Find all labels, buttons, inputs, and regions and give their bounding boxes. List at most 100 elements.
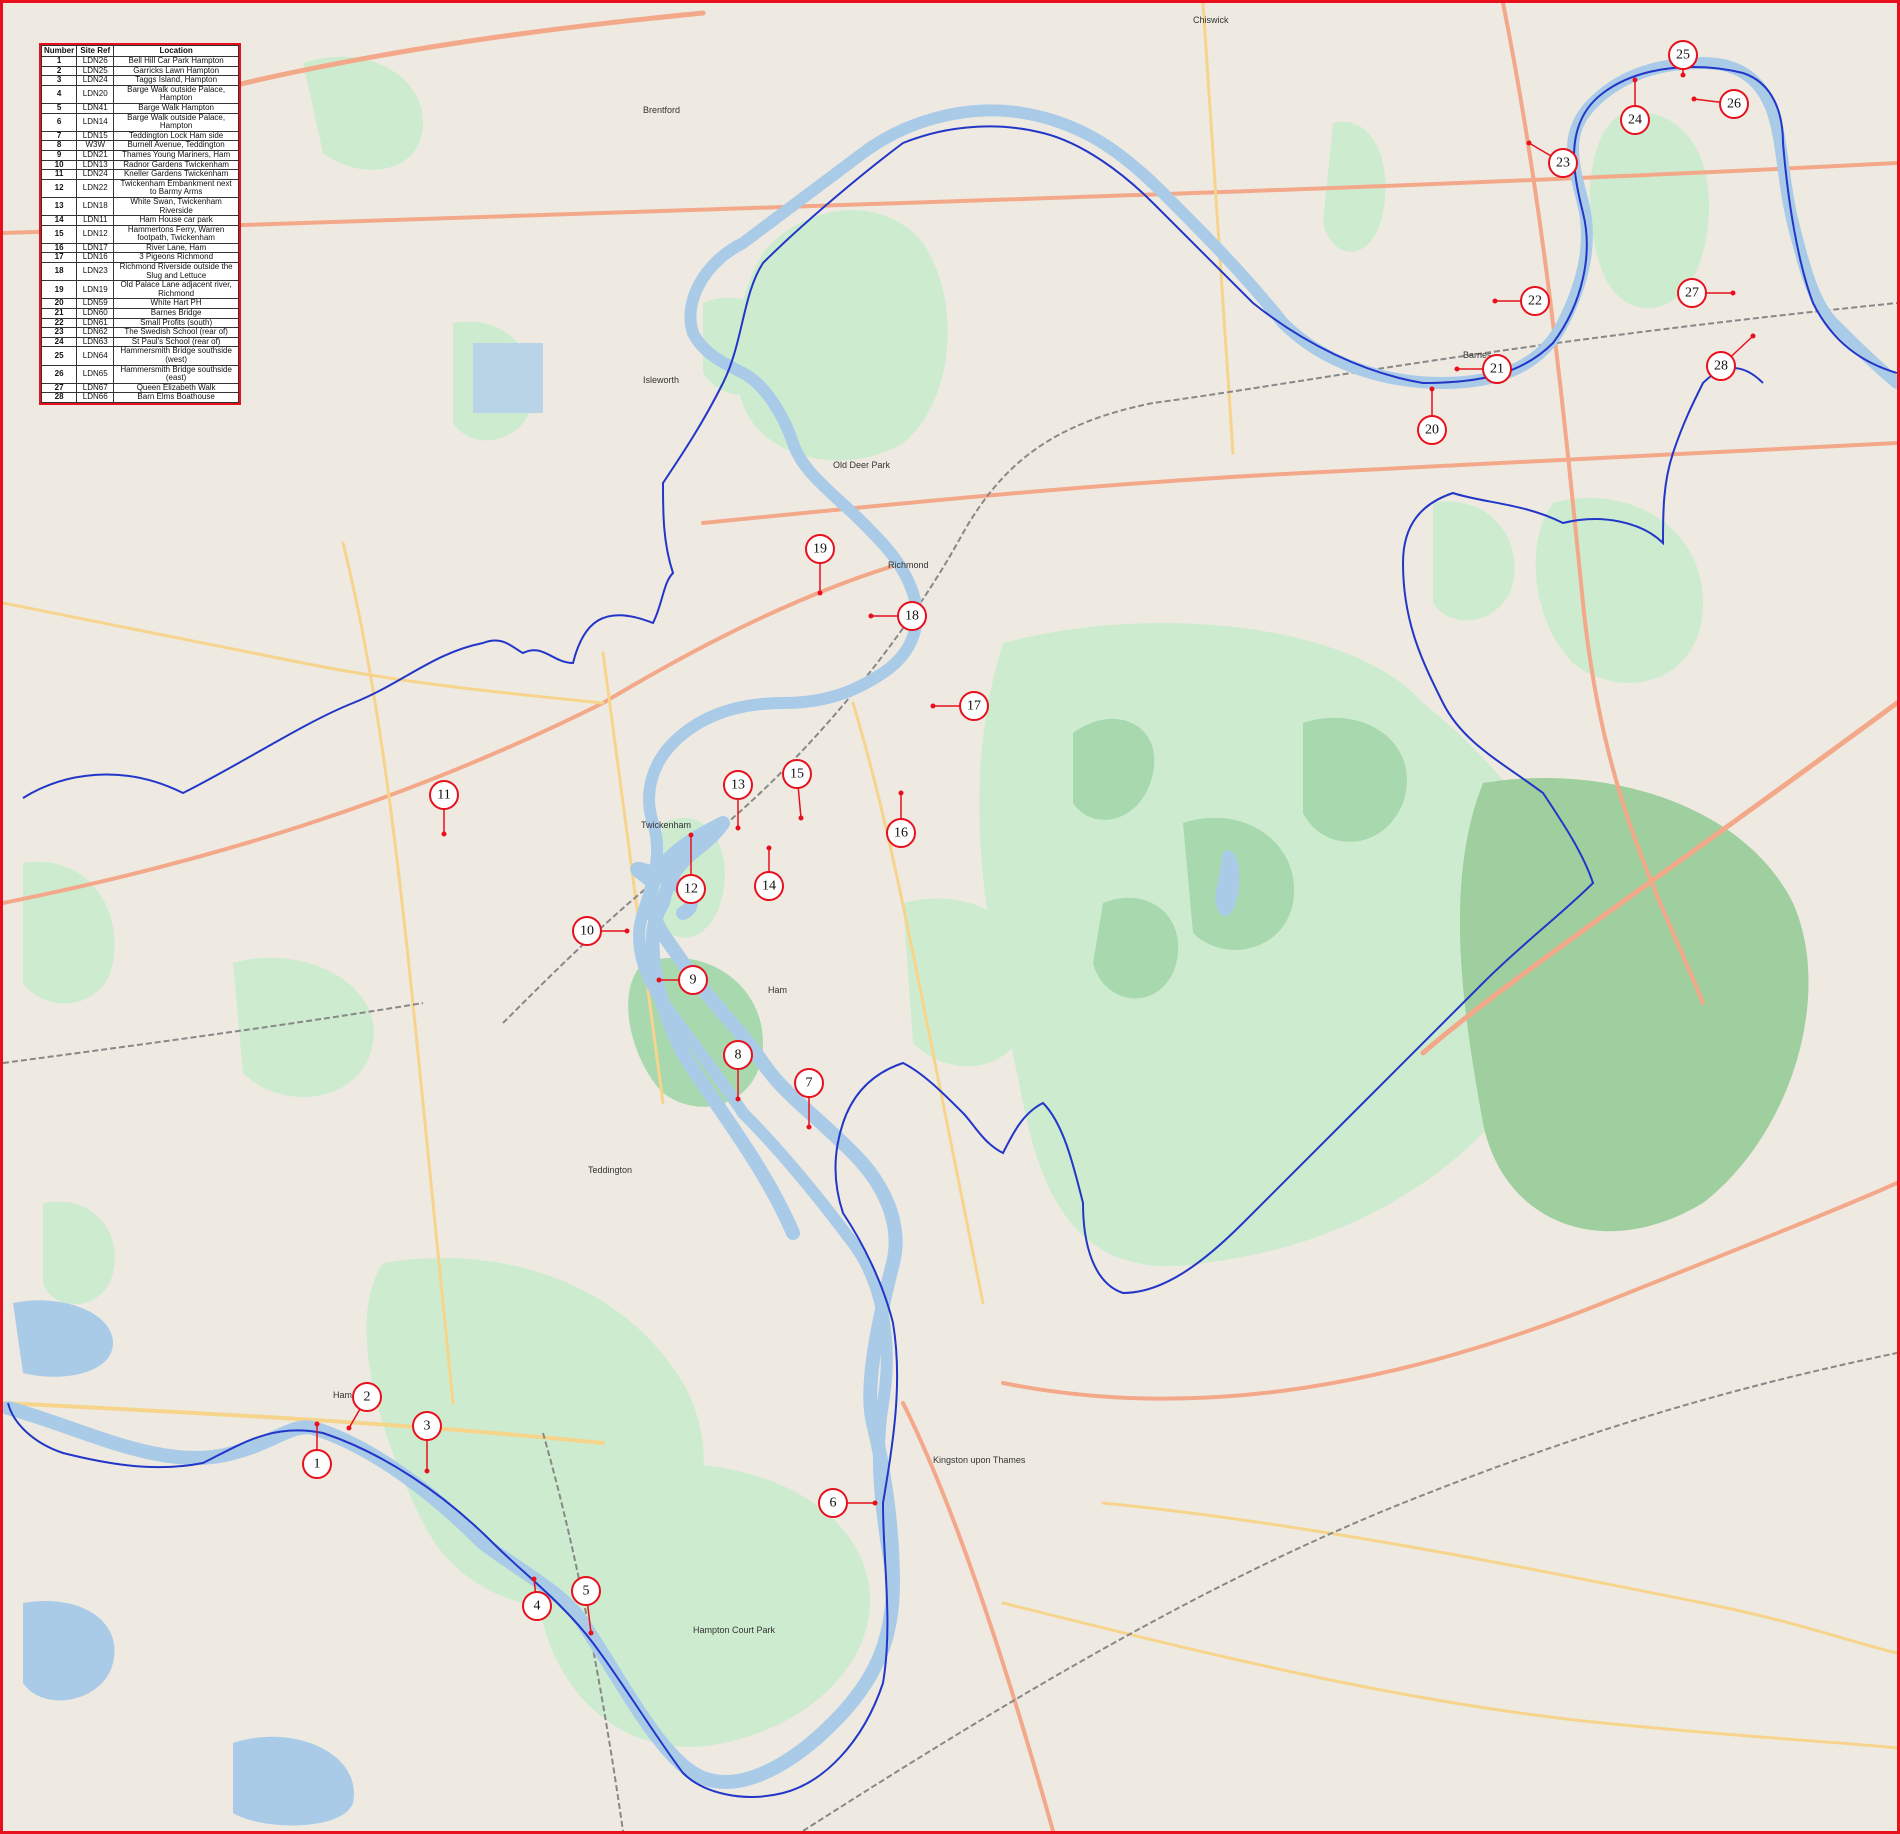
- place-label-brentford: Brentford: [643, 105, 680, 115]
- legend-cell-number: 12: [40, 178, 78, 198]
- place-label-old-deer-park: Old Deer Park: [833, 460, 891, 470]
- marker-number: 27: [1685, 286, 1699, 301]
- legend-cell-location: Hammersmith Bridge southside (west): [113, 346, 239, 366]
- marker-number: 26: [1727, 97, 1741, 112]
- marker-number: 13: [731, 778, 745, 793]
- legend-header-site-ref: Site Ref: [76, 45, 115, 57]
- legend-row: 6 LDN14 Barge Walk outside Palace, Hampton: [40, 112, 239, 132]
- legend-cell-number: 25: [40, 346, 78, 366]
- marker-number: 16: [894, 826, 908, 841]
- legend-cell-site-ref: LDN24: [76, 75, 115, 86]
- legend-row: 1 LDN26 Bell Hill Car Park Hampton: [40, 56, 239, 67]
- marker-pin-dot: [766, 845, 772, 851]
- legend-body: 1 LDN26 Bell Hill Car Park Hampton 2 LDN25 Ga…: [40, 56, 239, 403]
- place-label-kingston: Kingston upon Thames: [933, 1455, 1026, 1465]
- legend-cell-site-ref: LDN19: [76, 280, 115, 300]
- legend-cell-number: 3: [40, 75, 78, 86]
- marker-number: 24: [1628, 113, 1642, 128]
- legend-cell-number: 23: [40, 327, 78, 338]
- marker-number: 18: [905, 609, 919, 624]
- legend-cell-number: 26: [40, 364, 78, 384]
- marker-pin-dot: [346, 1425, 352, 1431]
- legend-cell-site-ref: LDN16: [76, 252, 115, 264]
- legend-cell-number: 19: [40, 280, 78, 300]
- legend-cell-site-ref: LDN60: [76, 308, 115, 319]
- legend-cell-site-ref: LDN66: [76, 392, 115, 403]
- marker-number: 23: [1556, 156, 1570, 171]
- legend-cell-site-ref: LDN26: [76, 56, 115, 67]
- marker-pin-dot: [1526, 140, 1532, 146]
- legend-cell-number: 24: [40, 336, 78, 348]
- legend-cell-site-ref: W3W: [76, 140, 115, 151]
- legend-row: 4 LDN20 Barge Walk outside Palace, Hampton: [40, 84, 239, 104]
- marker-number: 10: [580, 924, 594, 939]
- legend-row: 14 LDN11 Ham House car park: [40, 215, 239, 226]
- marker-number: 4: [534, 1599, 541, 1614]
- legend-cell-number: 14: [40, 215, 78, 226]
- legend-row: 28 LDN66 Barn Elms Boathouse: [40, 392, 239, 403]
- legend-cell-site-ref: LDN62: [76, 327, 115, 338]
- legend-cell-number: 15: [40, 224, 78, 244]
- marker-pin-dot: [806, 1124, 812, 1130]
- marker-pin-dot: [1632, 77, 1638, 83]
- legend-cell-location: Burnell Avenue, Teddington: [113, 140, 239, 151]
- map-frame: Chiswick Brentford Isleworth Richmond Tw…: [0, 0, 1900, 1834]
- marker-number: 22: [1528, 294, 1542, 309]
- marker-number: 20: [1425, 423, 1439, 438]
- legend-row: 5 LDN41 Barge Walk Hampton: [40, 102, 239, 114]
- legend-row: 3 LDN24 Taggs Island, Hampton: [40, 75, 239, 86]
- marker-number: 12: [684, 882, 698, 897]
- marker-number: 8: [735, 1048, 742, 1063]
- legend-cell-site-ref: LDN20: [76, 84, 115, 104]
- legend-cell-location: Thames Young Mariners, Ham: [113, 149, 239, 161]
- marker-pin-dot: [441, 831, 447, 837]
- marker-pin-dot: [1750, 333, 1756, 339]
- marker-number: 5: [583, 1584, 590, 1599]
- place-label-chiswick: Chiswick: [1193, 15, 1229, 25]
- legend-header-number: Number: [40, 45, 78, 57]
- marker-number: 11: [437, 788, 450, 803]
- legend-row: 13 LDN18 White Swan, Twickenham Riverside: [40, 196, 239, 217]
- legend-cell-location: Barnes Bridge: [113, 308, 239, 319]
- legend-row: 25 LDN64 Hammersmith Bridge southside (wes…: [40, 346, 239, 366]
- legend-cell-location: Richmond Riverside outside the Slug and …: [113, 262, 239, 282]
- marker-pin-dot: [624, 928, 630, 934]
- legend-cell-site-ref: LDN65: [76, 364, 115, 384]
- legend-cell-number: 9: [40, 149, 78, 161]
- site-legend-table: Number Site Ref Location 1 LDN26 Bell Hill…: [40, 45, 239, 403]
- legend-cell-number: 4: [40, 84, 78, 104]
- place-label-isleworth: Isleworth: [643, 375, 679, 385]
- marker-pin-dot: [930, 703, 936, 709]
- legend-cell-location: White Swan, Twickenham Riverside: [113, 196, 239, 217]
- marker-pin-dot: [1492, 298, 1498, 304]
- marker-pin-dot: [1454, 366, 1460, 372]
- legend-cell-number: 28: [40, 392, 78, 403]
- legend-row: 19 LDN19 Old Palace Lane adjacent river, R…: [40, 280, 239, 300]
- legend-cell-location: Twickenham Embankment next to Barmy Arms: [113, 178, 239, 198]
- legend-cell-site-ref: LDN21: [76, 149, 115, 161]
- legend-row: 11 LDN24 Kneller Gardens Twickenham: [40, 169, 239, 180]
- legend-cell-site-ref: LDN22: [76, 178, 115, 198]
- legend-cell-location: Old Palace Lane adjacent river, Richmond: [113, 280, 239, 300]
- legend-cell-site-ref: LDN11: [76, 215, 115, 226]
- legend-cell-location: Bell Hill Car Park Hampton: [113, 56, 239, 67]
- marker-number: 14: [762, 879, 776, 894]
- marker-pin-dot: [588, 1630, 594, 1636]
- marker-pin-dot: [735, 825, 741, 831]
- map-canvas[interactable]: Chiswick Brentford Isleworth Richmond Tw…: [3, 3, 1897, 1831]
- legend-cell-location: Hammersmith Bridge southside (east): [113, 364, 239, 384]
- legend-cell-site-ref: LDN23: [76, 262, 115, 282]
- legend-header-row: Number Site Ref Location: [40, 45, 239, 57]
- legend-row: 23 LDN62 The Swedish School (rear of): [40, 327, 239, 338]
- legend-cell-site-ref: LDN63: [76, 336, 115, 348]
- marker-number: 17: [967, 699, 981, 714]
- marker-number: 6: [830, 1496, 837, 1511]
- legend-row: 26 LDN65 Hammersmith Bridge southside (eas…: [40, 364, 239, 384]
- legend-cell-number: 17: [40, 252, 78, 264]
- marker-pin-dot: [1680, 72, 1686, 78]
- legend-row: 18 LDN23 Richmond Riverside outside the Sl…: [40, 262, 239, 282]
- legend-cell-site-ref: LDN12: [76, 224, 115, 244]
- marker-number: 19: [813, 542, 827, 557]
- site-legend: Number Site Ref Location 1 LDN26 Bell Hill…: [39, 43, 241, 405]
- legend-row: 12 LDN22 Twickenham Embankment next to Bar…: [40, 178, 239, 198]
